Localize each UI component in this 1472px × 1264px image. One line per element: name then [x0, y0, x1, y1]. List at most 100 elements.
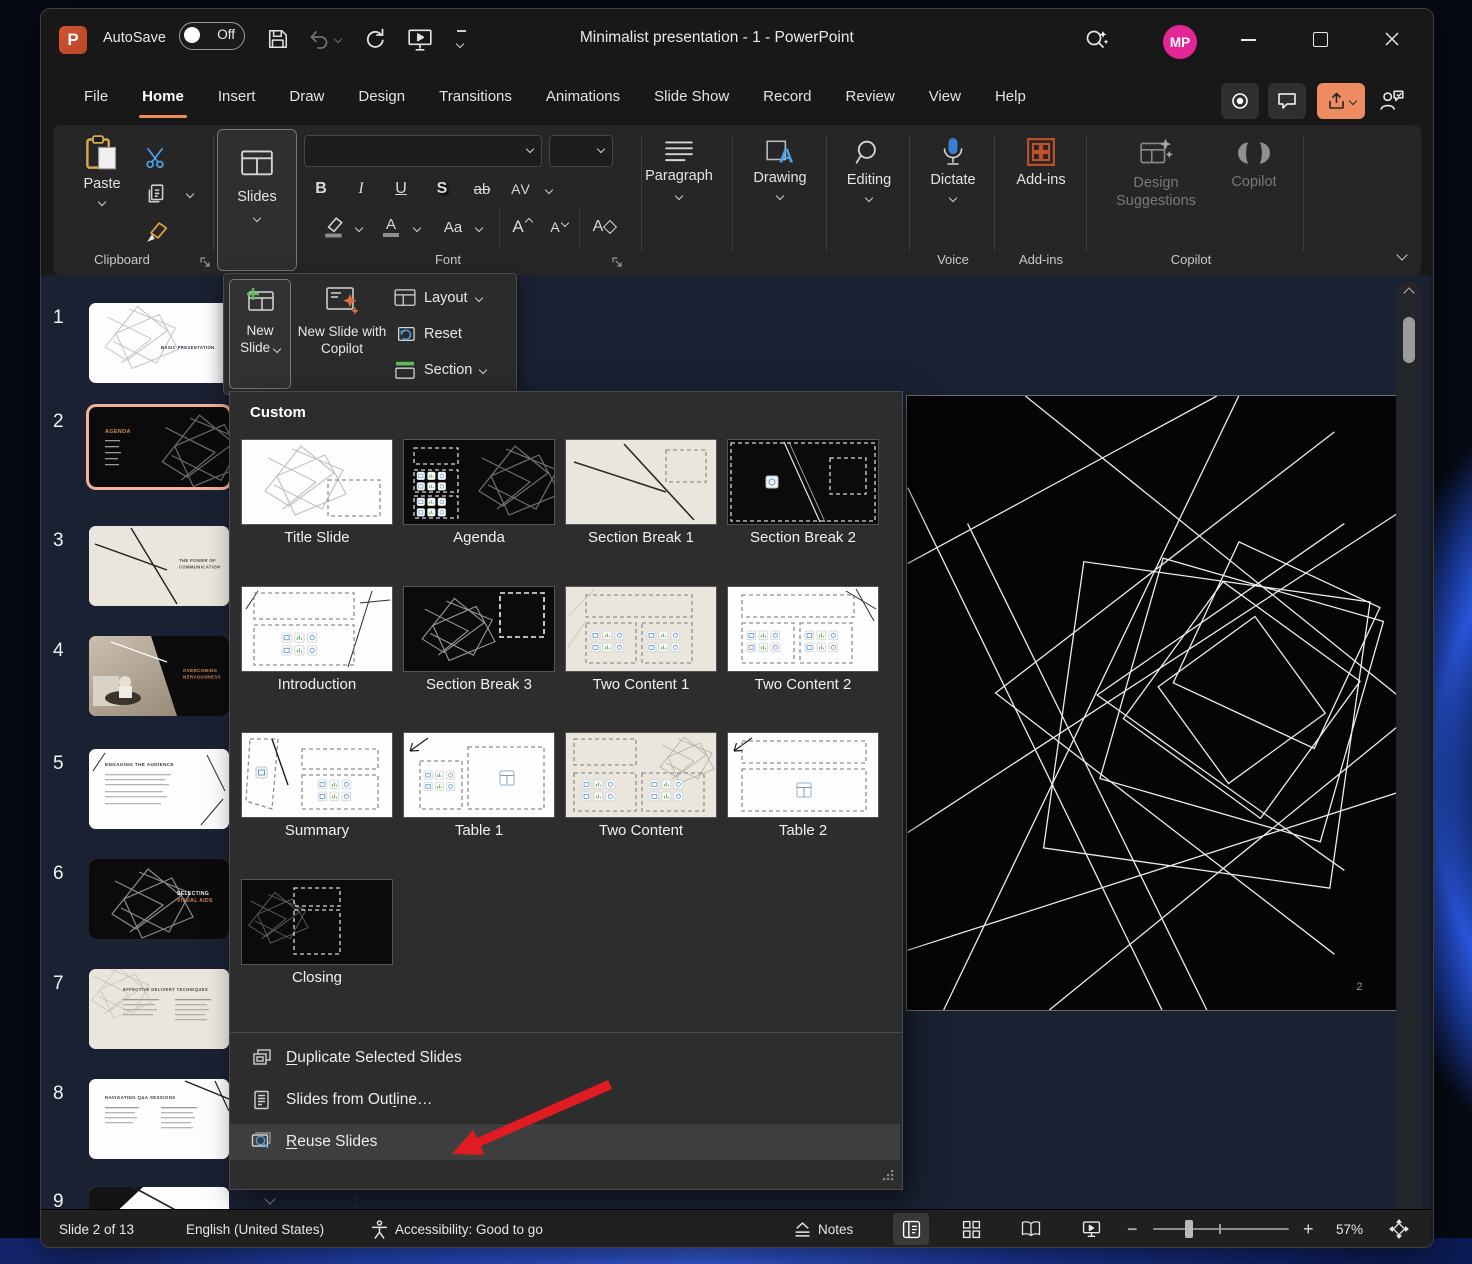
new-slide-button[interactable]: New Slide [229, 279, 291, 389]
layout-option-introduction[interactable]: Introduction [236, 587, 398, 693]
paragraph-button[interactable]: Paragraph [639, 139, 719, 204]
normal-view-button[interactable] [893, 1213, 929, 1245]
tab-home[interactable]: Home [125, 71, 201, 125]
addins-button[interactable]: Add-ins [1001, 137, 1081, 188]
tab-animations[interactable]: Animations [529, 71, 637, 125]
slide-thumbnail-7[interactable]: EFFECTIVE DELIVERY TECHNIQUES [89, 969, 229, 1049]
text-shadow-button[interactable]: S [429, 173, 455, 205]
character-spacing-button[interactable]: AV [505, 173, 537, 205]
copy-dropdown-chevron-icon[interactable] [186, 190, 194, 198]
language-indicator[interactable]: English (United States) [186, 1210, 324, 1248]
tab-file[interactable]: File [67, 71, 125, 125]
scrollbar-thumb[interactable] [1403, 317, 1415, 363]
customize-qat-chevron-icon[interactable] [457, 34, 467, 52]
zoom-level[interactable]: 57% [1336, 1210, 1363, 1248]
slide-thumbnail-1[interactable]: BASIC PRESENTATION [89, 303, 229, 383]
spacing-chevron-icon[interactable] [545, 186, 553, 194]
editing-button[interactable]: Editing [830, 139, 908, 206]
slide-thumbnail-9[interactable] [89, 1187, 229, 1209]
slide-thumbnail-5[interactable]: ENGAGING THE AUDIENCE [89, 749, 229, 829]
zoom-slider-track[interactable] [1153, 1228, 1289, 1230]
fit-slide-to-window-button[interactable] [1381, 1213, 1417, 1245]
presenter-coach-icon[interactable] [1378, 87, 1406, 115]
reset-button[interactable]: Reset [394, 318, 512, 350]
scroll-up-icon[interactable] [1403, 287, 1414, 298]
layout-option-table-2[interactable]: Table 2 [722, 733, 884, 839]
drawing-button[interactable]: A Drawing [740, 139, 820, 204]
highlight-chevron-icon[interactable] [355, 224, 363, 232]
copy-icon[interactable] [145, 183, 167, 205]
layout-option-two-content[interactable]: Two Content [560, 733, 722, 839]
cut-icon[interactable] [145, 147, 167, 169]
increase-font-size-button[interactable]: A [509, 211, 535, 243]
autosave-toggle[interactable]: Off [179, 22, 245, 50]
highlight-color-button[interactable] [319, 211, 349, 243]
slide-thumbnail-3[interactable]: THE POWER OFCOMMUNICATION [89, 526, 229, 606]
menu-item-duplicate-selected-slides[interactable]: Duplicate Selected Slides [230, 1040, 900, 1076]
layout-button[interactable]: Layout [394, 282, 512, 314]
accessibility-status[interactable]: Accessibility: Good to go [371, 1210, 543, 1248]
underline-button[interactable]: U [389, 173, 413, 205]
menu-item-reuse-slides[interactable]: Reuse Slides [230, 1124, 900, 1160]
layout-option-agenda[interactable]: Agenda [398, 440, 560, 546]
layout-option-closing[interactable]: Closing [236, 880, 398, 986]
tab-insert[interactable]: Insert [201, 71, 273, 125]
minimize-button[interactable] [1241, 39, 1256, 41]
clipboard-dialog-launcher-icon[interactable] [199, 255, 211, 267]
slide-thumbnail-8[interactable]: NAVIGATING Q&A SESSIONS [89, 1079, 229, 1159]
resize-grip-icon[interactable] [882, 1168, 894, 1186]
italic-button[interactable]: I [349, 173, 373, 205]
tab-design[interactable]: Design [341, 71, 422, 125]
tab-slide-show[interactable]: Slide Show [637, 71, 746, 125]
slide-thumbnail-2[interactable]: AGENDA [89, 407, 229, 487]
menu-item-slides-from-outline[interactable]: Slides from Outline… [230, 1082, 900, 1118]
slide-editing-surface[interactable]: 2 [906, 395, 1399, 1011]
decrease-font-size-button[interactable]: A [547, 211, 571, 243]
font-color-chevron-icon[interactable] [413, 224, 421, 232]
collapse-ribbon-chevron-icon[interactable] [1396, 249, 1407, 260]
tab-view[interactable]: View [912, 71, 978, 125]
copilot-search-icon[interactable] [1083, 27, 1109, 53]
save-icon[interactable] [267, 28, 289, 50]
undo-dropdown-chevron-icon[interactable] [334, 35, 342, 43]
undo-icon[interactable] [307, 28, 331, 52]
avatar[interactable]: MP [1163, 25, 1197, 59]
layout-option-section-break-2[interactable]: Section Break 2 [722, 440, 884, 546]
slide-thumbnail-4[interactable]: OVERCOMINGNERVOUSNESS [89, 636, 229, 716]
font-color-button[interactable]: A [379, 211, 403, 243]
close-button[interactable] [1384, 31, 1400, 47]
strikethrough-button[interactable]: ab [467, 173, 497, 205]
font-dialog-launcher-icon[interactable] [611, 255, 623, 267]
zoom-slider-thumb[interactable] [1185, 1220, 1193, 1238]
share-button[interactable] [1317, 83, 1365, 119]
slides-button[interactable]: Slides [217, 129, 297, 271]
layout-option-section-break-3[interactable]: Section Break 3 [398, 587, 560, 693]
bold-button[interactable]: B [309, 173, 333, 205]
start-slideshow-icon[interactable] [407, 27, 433, 53]
layout-option-title-slide[interactable]: Title Slide [236, 440, 398, 546]
reading-view-button[interactable] [1013, 1213, 1049, 1245]
comments-button[interactable] [1268, 83, 1306, 119]
layout-option-two-content-1[interactable]: Two Content 1 [560, 587, 722, 693]
zoom-in-button[interactable]: + [1303, 1210, 1314, 1248]
clear-formatting-button[interactable]: A [589, 211, 619, 243]
new-slide-with-copilot-button[interactable]: New Slide with Copilot [296, 279, 388, 387]
slideshow-view-button[interactable] [1073, 1213, 1109, 1245]
tab-transitions[interactable]: Transitions [422, 71, 529, 125]
slide-indicator[interactable]: Slide 2 of 13 [59, 1210, 134, 1248]
tab-review[interactable]: Review [829, 71, 912, 125]
slide-thumbnail-6[interactable]: SELECTINGVISUAL AIDS [89, 859, 229, 939]
record-button[interactable] [1221, 83, 1259, 119]
font-name-combobox[interactable] [304, 135, 542, 167]
vertical-scrollbar[interactable] [1396, 281, 1422, 1209]
change-case-chevron-icon[interactable] [475, 224, 483, 232]
layout-option-section-break-1[interactable]: Section Break 1 [560, 440, 722, 546]
redo-icon[interactable] [363, 27, 387, 51]
font-size-combobox[interactable] [549, 135, 613, 167]
paste-button[interactable]: Paste [73, 133, 131, 251]
format-painter-icon[interactable] [145, 221, 169, 245]
layout-option-two-content-2[interactable]: Two Content 2 [722, 587, 884, 693]
layout-option-summary[interactable]: Summary [236, 733, 398, 839]
tab-help[interactable]: Help [978, 71, 1043, 125]
zoom-out-button[interactable]: − [1127, 1210, 1138, 1248]
